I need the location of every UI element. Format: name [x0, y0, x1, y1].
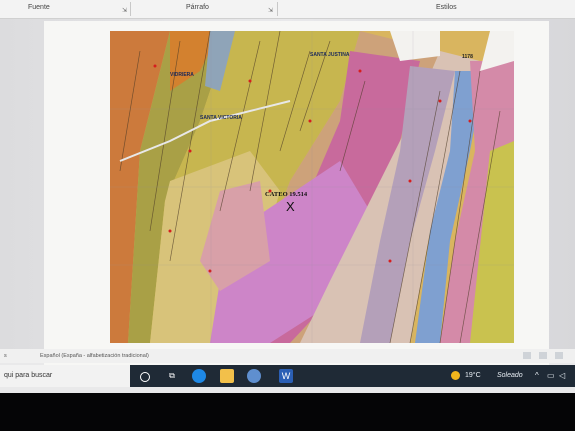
edge-icon[interactable]	[192, 369, 206, 383]
word-icon[interactable]: W	[279, 369, 293, 383]
claim-label: CATEO 19.514	[265, 191, 308, 198]
ribbon-group-styles[interactable]: Estilos	[436, 4, 457, 11]
monitor-screen: Fuente ⇲ Párrafo ⇲ Estilos CATEO 19.514 …	[0, 0, 575, 393]
file-explorer-icon[interactable]	[220, 369, 234, 383]
elevation-label: 1178	[462, 54, 473, 60]
browser-icon[interactable]	[247, 369, 261, 383]
ribbon-divider	[277, 2, 278, 16]
volume-icon[interactable]: ◁	[559, 371, 565, 380]
paragraph-dialog-launcher-icon[interactable]: ⇲	[268, 7, 273, 14]
monitor-bezel	[0, 393, 575, 431]
chevron-up-icon[interactable]: ^	[535, 371, 539, 380]
language-indicator[interactable]: Español (España - alfabetización tradici…	[40, 353, 149, 359]
system-tray: 19°C Soleado ^ ▭ ◁	[451, 365, 575, 387]
ribbon-divider	[130, 2, 131, 16]
place-label: VIDRIERA	[170, 72, 194, 78]
task-view-icon[interactable]: ⧉	[165, 369, 179, 383]
search-placeholder: qui para buscar	[4, 372, 53, 379]
page-info[interactable]: s	[4, 353, 7, 359]
status-bar: s Español (España - alfabetización tradi…	[0, 349, 575, 363]
claim-marker: X	[286, 199, 295, 214]
place-label: SANTA VICTORIA	[200, 115, 242, 121]
sun-icon	[451, 371, 460, 380]
weather-condition[interactable]: Soleado	[497, 372, 523, 379]
ribbon: Fuente ⇲ Párrafo ⇲ Estilos	[0, 0, 575, 19]
place-label: SANTA JUSTINA	[310, 52, 350, 58]
font-dialog-launcher-icon[interactable]: ⇲	[122, 7, 127, 14]
taskbar-search[interactable]: qui para buscar	[0, 365, 130, 387]
cortana-icon[interactable]	[140, 372, 150, 382]
view-buttons	[523, 352, 563, 359]
read-mode-icon[interactable]	[523, 352, 531, 359]
ribbon-group-font[interactable]: Fuente	[28, 4, 50, 11]
temperature[interactable]: 19°C	[465, 372, 481, 379]
print-layout-icon[interactable]	[539, 352, 547, 359]
ribbon-group-paragraph[interactable]: Párrafo	[186, 4, 209, 11]
web-layout-icon[interactable]	[555, 352, 563, 359]
taskbar: qui para buscar ⧉ W 19°C Soleado ^ ▭ ◁	[0, 365, 575, 387]
network-icon[interactable]: ▭	[547, 371, 555, 380]
